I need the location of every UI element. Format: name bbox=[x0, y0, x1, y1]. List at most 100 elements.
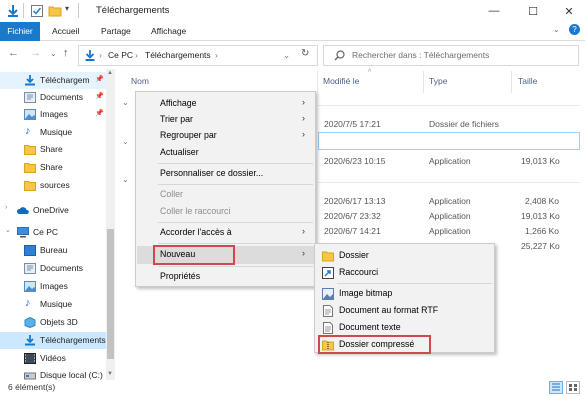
navigation-pane: Téléchargem 📌 Documents 📌 Images 📌 ♪ Mus… bbox=[0, 69, 118, 380]
column-separator bbox=[317, 71, 318, 93]
focused-row[interactable] bbox=[318, 132, 580, 150]
download-location-icon bbox=[85, 50, 95, 61]
pin-icon: 📌 bbox=[95, 110, 104, 117]
objects3d-icon bbox=[24, 317, 36, 328]
sidebar-item-videos[interactable]: Vidéos bbox=[0, 350, 106, 367]
close-button[interactable]: ✕ bbox=[551, 0, 585, 22]
sidebar-item-disque-c[interactable]: Disque local (C:) bbox=[0, 367, 106, 380]
sidebar-item-musique-quick[interactable]: ♪ Musique bbox=[0, 124, 106, 141]
group-collapse-icon[interactable]: ⌄ bbox=[122, 175, 129, 184]
folder-icon bbox=[24, 181, 36, 191]
forward-arrow-icon[interactable]: → bbox=[30, 47, 41, 59]
menu-item-regrouper-par[interactable]: Regrouper par › bbox=[136, 127, 317, 145]
column-header-type[interactable]: Type bbox=[429, 76, 447, 86]
help-icon[interactable]: ? bbox=[569, 24, 580, 35]
tab-affichage[interactable]: Affichage bbox=[151, 22, 186, 41]
download-arrow-icon[interactable] bbox=[6, 4, 20, 18]
collapse-chevron-icon[interactable]: ⌄ bbox=[5, 226, 11, 234]
text-document-icon bbox=[323, 322, 333, 334]
close-icon: ✕ bbox=[564, 5, 574, 18]
up-arrow-icon[interactable]: ↑ bbox=[63, 47, 69, 59]
scroll-down-icon[interactable]: ▼ bbox=[107, 371, 113, 377]
file-size: 19,013 Ko bbox=[521, 211, 560, 221]
menu-item-label: Coller le raccourci bbox=[160, 206, 231, 216]
folder-icon bbox=[24, 145, 36, 155]
menu-item-personnaliser[interactable]: Personnaliser ce dossier... bbox=[136, 165, 317, 183]
sidebar-item-share-1[interactable]: Share bbox=[0, 141, 106, 158]
submenu-item-dossier[interactable]: Dossier bbox=[315, 247, 496, 265]
column-header-modifie[interactable]: Modifié le bbox=[323, 76, 359, 86]
sidebar-item-objets-3d[interactable]: Objets 3D bbox=[0, 314, 106, 331]
sidebar-item-label: Objets 3D bbox=[40, 317, 78, 327]
tab-partage[interactable]: Partage bbox=[101, 22, 131, 41]
search-box[interactable]: Rechercher dans : Téléchargements bbox=[323, 45, 579, 66]
sidebar-item-musique[interactable]: ♪ Musique bbox=[0, 296, 106, 313]
sidebar-item-onedrive[interactable]: OneDrive bbox=[0, 202, 106, 219]
properties-checkbox-icon[interactable] bbox=[30, 4, 44, 18]
sidebar-item-label: Téléchargements bbox=[40, 335, 106, 345]
sidebar-scroll-thumb[interactable] bbox=[107, 229, 114, 359]
details-view-button[interactable] bbox=[549, 381, 563, 394]
search-icon bbox=[334, 50, 345, 61]
sidebar-item-label: Share bbox=[40, 162, 63, 172]
scroll-up-icon[interactable]: ▲ bbox=[107, 70, 113, 76]
maximize-button[interactable]: ☐ bbox=[515, 0, 551, 22]
sidebar-item-telechargements-quick[interactable]: Téléchargem 📌 bbox=[0, 72, 106, 89]
menu-item-actualiser[interactable]: Actualiser bbox=[136, 144, 317, 162]
sidebar-item-images-quick[interactable]: Images 📌 bbox=[0, 106, 106, 123]
column-header-taille[interactable]: Taille bbox=[518, 76, 537, 86]
file-modified: 2020/6/23 10:15 bbox=[324, 156, 386, 166]
address-bar[interactable]: › Ce PC › Téléchargements › ⌄ ↻ bbox=[78, 45, 318, 66]
folder-icon bbox=[24, 163, 36, 173]
address-dropdown-icon[interactable]: ⌄ bbox=[283, 50, 290, 61]
menu-separator bbox=[158, 163, 313, 164]
file-type: Dossier de fichiers bbox=[429, 119, 499, 129]
menu-item-accorder-acces[interactable]: Accorder l'accès à › bbox=[136, 224, 317, 242]
menu-item-coller[interactable]: Coller bbox=[136, 186, 317, 204]
breadcrumb-ce-pc[interactable]: Ce PC bbox=[108, 50, 133, 60]
sort-ascending-icon: ^ bbox=[368, 69, 372, 76]
expand-chevron-icon[interactable]: › bbox=[5, 204, 7, 211]
menu-item-label: Affichage bbox=[160, 98, 197, 108]
submenu-item-raccourci[interactable]: Raccourci bbox=[315, 264, 496, 282]
file-modified: 2020/6/7 23:32 bbox=[324, 211, 381, 221]
group-divider bbox=[318, 182, 580, 183]
window-title: Téléchargements bbox=[96, 5, 170, 16]
breadcrumb-telechargements[interactable]: Téléchargements bbox=[145, 50, 211, 60]
documents-icon bbox=[24, 263, 36, 274]
sidebar-item-images[interactable]: Images bbox=[0, 278, 106, 295]
navigation-row: ← → ⌄ ↑ › Ce PC › Téléchargements › ⌄ ↻ … bbox=[0, 41, 585, 69]
folder-icon bbox=[322, 251, 334, 262]
menu-item-proprietes[interactable]: Propriétés bbox=[136, 268, 317, 286]
expand-ribbon-icon[interactable]: ⌄ bbox=[553, 25, 560, 34]
new-submenu: Dossier Raccourci Image bitmap Document … bbox=[314, 243, 496, 354]
refresh-icon[interactable]: ↻ bbox=[301, 48, 309, 59]
tab-accueil[interactable]: Accueil bbox=[52, 22, 79, 41]
group-collapse-icon[interactable]: ⌄ bbox=[122, 98, 129, 107]
submenu-arrow-icon: › bbox=[302, 113, 305, 123]
sidebar-item-telechargements[interactable]: Téléchargements bbox=[0, 332, 106, 349]
minimize-button[interactable]: — bbox=[476, 0, 512, 22]
submenu-item-document-rtf[interactable]: Document au format RTF bbox=[315, 302, 496, 320]
column-header-nom[interactable]: Nom bbox=[131, 76, 149, 86]
maximize-icon: ☐ bbox=[528, 5, 538, 18]
sidebar-scrollbar[interactable]: ▲ ▼ bbox=[106, 69, 115, 380]
sidebar-item-bureau[interactable]: Bureau bbox=[0, 242, 106, 259]
sidebar-item-sources[interactable]: sources bbox=[0, 177, 106, 194]
recent-locations-icon[interactable]: ⌄ bbox=[50, 49, 57, 58]
customize-toolbar-icon[interactable]: ▾ bbox=[65, 4, 69, 13]
submenu-item-image-bitmap[interactable]: Image bitmap bbox=[315, 285, 496, 303]
group-collapse-icon[interactable]: ⌄ bbox=[122, 137, 129, 146]
sidebar-item-documents[interactable]: Documents bbox=[0, 260, 106, 277]
rtf-document-icon bbox=[323, 305, 333, 317]
sidebar-item-share-2[interactable]: Share bbox=[0, 159, 106, 176]
sidebar-item-documents-quick[interactable]: Documents 📌 bbox=[0, 89, 106, 106]
ribbon-tabs: Fichier Accueil Partage Affichage ⌄ ? bbox=[0, 22, 585, 41]
tab-fichier[interactable]: Fichier bbox=[0, 22, 40, 41]
sidebar-item-ce-pc[interactable]: Ce PC bbox=[0, 224, 106, 241]
menu-item-coller-raccourci[interactable]: Coller le raccourci bbox=[136, 203, 317, 221]
back-arrow-icon[interactable]: ← bbox=[8, 47, 19, 59]
new-folder-icon[interactable] bbox=[48, 4, 62, 18]
sidebar-item-label: Téléchargem bbox=[40, 75, 90, 85]
large-icons-view-button[interactable] bbox=[566, 381, 580, 394]
